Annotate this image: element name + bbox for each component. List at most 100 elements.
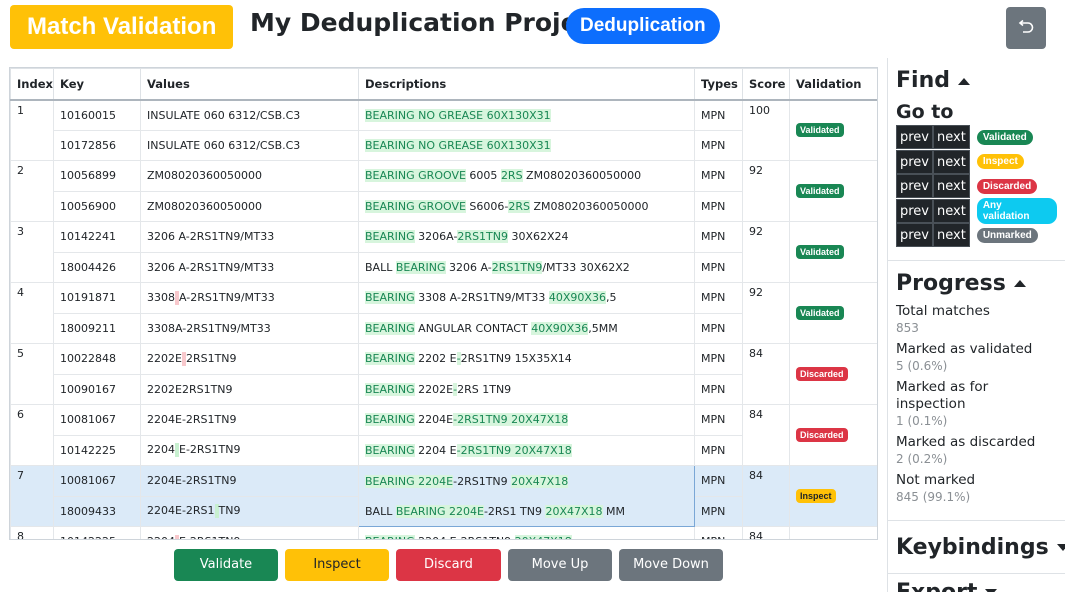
- row-type: MPN: [694, 99, 743, 131]
- stat-label: Marked as validated: [896, 340, 1033, 357]
- row-key: 18009211: [53, 312, 141, 344]
- col-key[interactable]: Key: [53, 68, 141, 101]
- next-inspect-button[interactable]: next: [933, 149, 970, 174]
- project-title: My Deduplication Project: [250, 8, 605, 37]
- row-description: BEARING 2204E-2RS1TN9 20X47X18: [358, 404, 695, 436]
- sidebar: Find Go to prev next Validated prev next…: [887, 58, 1065, 592]
- inspect-button[interactable]: Inspect: [285, 549, 389, 581]
- next-unmarked-button[interactable]: next: [933, 223, 970, 248]
- row-index: 6: [10, 404, 54, 466]
- row-description: BEARING 3206A-2RS1TN9 30X62X24: [358, 221, 695, 253]
- row-key: 18004426: [53, 251, 141, 283]
- col-descriptions[interactable]: Descriptions: [358, 68, 695, 101]
- find-title: Find: [896, 68, 950, 93]
- row-description: BEARING ANGULAR CONTACT 40X90X36,5MM: [358, 312, 695, 344]
- row-type: MPN: [694, 526, 743, 539]
- row-key: 10081067: [53, 404, 141, 436]
- row-value: 2204E-2RS1TN9: [140, 404, 359, 436]
- goto-inspect-row: prev next Inspect: [896, 149, 1057, 175]
- action-bar: Validate Inspect Discard Move Up Move Do…: [174, 549, 723, 581]
- next-any-button[interactable]: next: [933, 198, 970, 223]
- progress-title: Progress: [896, 270, 1006, 296]
- row-validation: Validated: [789, 221, 877, 283]
- status-badge: Validated: [796, 184, 844, 198]
- row-key: 10056899: [53, 160, 141, 192]
- goto-label: Go to: [896, 101, 954, 123]
- prev-validated-button[interactable]: prev: [896, 125, 934, 150]
- table-row[interactable]: 2 10056899 ZM08020360050000 BEARING GROO…: [10, 160, 877, 222]
- keybindings-toggle[interactable]: Keybindings: [896, 533, 1065, 563]
- validate-button[interactable]: Validate: [174, 549, 278, 581]
- row-value: INSULATE 060 6312/CSB.C3: [140, 99, 359, 131]
- table-row[interactable]: 3 10142241 3206 A-2RS1TN9/MT33 BEARING 3…: [10, 221, 877, 283]
- prev-unmarked-button[interactable]: prev: [896, 223, 934, 248]
- col-validation[interactable]: Validation: [789, 68, 877, 101]
- row-value: ZM08020360050000: [140, 190, 359, 222]
- discard-button[interactable]: Discard: [396, 549, 501, 581]
- table-row-selected[interactable]: 7 10081067 2204E-2RS1TN9 BEARING 2204E-2…: [10, 465, 877, 527]
- row-value: ZM08020360050000: [140, 160, 359, 192]
- row-description: BEARING 2202 E-2RS1TN9 15X35X14: [358, 343, 695, 375]
- row-description: BEARING NO GREASE 60X130X31: [358, 99, 695, 131]
- row-score: 84: [742, 404, 790, 466]
- filter-validated-badge: Validated: [976, 129, 1033, 145]
- row-key: 10142225: [53, 526, 141, 539]
- row-key: 10022848: [53, 343, 141, 375]
- col-score[interactable]: Score: [742, 68, 790, 101]
- row-index: 5: [10, 343, 54, 405]
- keybindings-section: Keybindings: [888, 521, 1065, 574]
- table-row[interactable]: 5 10022848 2202E 2RS1TN9 BEARING 2202 E-2…: [10, 343, 877, 405]
- next-discarded-button[interactable]: next: [933, 174, 970, 199]
- row-key: 10081067: [53, 465, 141, 497]
- mode-badge: Deduplication: [566, 8, 720, 44]
- export-section: Export: [888, 574, 1065, 592]
- prev-any-button[interactable]: prev: [896, 198, 934, 223]
- move-up-button[interactable]: Move Up: [508, 549, 612, 581]
- row-value: 2204E-2RS1TN9: [140, 465, 359, 497]
- table-row[interactable]: 4 10191871 3308 A-2RS1TN9/MT33 BEARING 33…: [10, 282, 877, 344]
- row-index: 8: [10, 526, 54, 539]
- row-value: 2204E-2RS1TN9: [140, 434, 359, 466]
- row-type: MPN: [694, 343, 743, 375]
- goto-unmarked-row: prev next Unmarked: [896, 223, 1057, 248]
- goto-discarded-row: prev next Discarded: [896, 174, 1057, 199]
- undo-button[interactable]: [1006, 7, 1046, 49]
- matches-table[interactable]: Index Key Values Descriptions Types Scor…: [9, 67, 878, 540]
- filter-unmarked-badge: Unmarked: [976, 227, 1038, 243]
- caret-down-icon: [1056, 544, 1065, 551]
- row-score: 92: [742, 160, 790, 222]
- row-value: 2202E2RS1TN9: [140, 373, 359, 405]
- stat-value: 845 (99.1%): [896, 489, 971, 504]
- table-row[interactable]: 8 10142225 2204E-2RS1TN9 BEARING 2204 E-…: [10, 526, 877, 539]
- col-values[interactable]: Values: [140, 68, 359, 101]
- row-type: MPN: [694, 221, 743, 253]
- undo-icon: [1018, 19, 1034, 33]
- row-score: 92: [742, 221, 790, 283]
- row-type: MPN: [694, 373, 743, 405]
- export-toggle[interactable]: Export: [896, 578, 1057, 592]
- row-type: MPN: [694, 312, 743, 344]
- row-index: 4: [10, 282, 54, 344]
- move-down-button[interactable]: Move Down: [619, 549, 723, 581]
- row-key: 18009433: [53, 495, 141, 527]
- table-header: Index Key Values Descriptions Types Scor…: [10, 68, 877, 101]
- status-badge: Validated: [796, 123, 844, 138]
- row-type: MPN: [694, 434, 743, 466]
- app-badge: Match Validation: [10, 5, 234, 49]
- row-key: 10056900: [53, 190, 141, 222]
- keybindings-title: Keybindings: [896, 534, 1049, 560]
- table-row[interactable]: 6 10081067 2204E-2RS1TN9 BEARING 2204E-2…: [10, 404, 877, 466]
- table-row[interactable]: 1 10160015 INSULATE 060 6312/CSB.C3 BEAR…: [10, 99, 877, 161]
- prev-discarded-button[interactable]: prev: [896, 174, 934, 199]
- row-validation: Discarded: [789, 404, 877, 466]
- next-validated-button[interactable]: next: [933, 125, 970, 150]
- row-index: 7: [10, 465, 54, 527]
- row-key: 10172856: [53, 129, 141, 161]
- col-index[interactable]: Index: [10, 68, 54, 101]
- progress-toggle[interactable]: Progress: [896, 269, 1057, 299]
- row-type: MPN: [694, 251, 743, 283]
- prev-inspect-button[interactable]: prev: [896, 149, 934, 174]
- row-description: BEARING 2204E-2RS1TN9 20X47X18: [358, 465, 695, 496]
- col-types[interactable]: Types: [694, 68, 743, 101]
- find-toggle[interactable]: Find: [896, 66, 1057, 96]
